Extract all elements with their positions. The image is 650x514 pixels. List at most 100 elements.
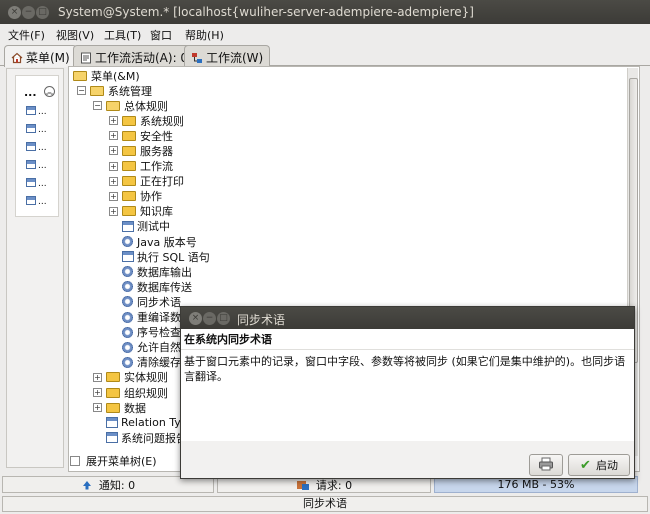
tree-node-label: 知识库 <box>140 205 173 219</box>
menu-tools[interactable]: 工具(T) <box>104 27 141 43</box>
expand-icon[interactable]: + <box>93 372 102 382</box>
tree-node[interactable]: + 安全性 <box>109 128 173 143</box>
tree-node[interactable]: − 系统管理 <box>77 83 152 98</box>
expand-icon[interactable]: + <box>109 116 118 126</box>
tree-node-label: 实体规则 <box>124 371 168 385</box>
favorite-item[interactable]: ... <box>26 178 47 189</box>
folder-open-icon <box>106 100 120 111</box>
close-window-button[interactable]: × <box>8 6 21 19</box>
tree-node-label: 清除缓存 <box>137 356 181 370</box>
tree-node[interactable]: 系统问题报告 <box>93 430 187 445</box>
sync-terminology-dialog: × − □ 同步术语 在系统内同步术语 基于窗口元素中的记录，窗口中字段、参数等… <box>180 306 635 479</box>
menu-file[interactable]: 文件(F) <box>8 27 45 43</box>
tree-node-label: 工作流 <box>140 160 173 173</box>
tab-workflow[interactable]: 工作流(W) <box>184 45 271 66</box>
tree-node[interactable]: + 知识库 <box>109 204 173 219</box>
folder-icon <box>122 161 136 171</box>
collapse-up-icon[interactable]: ︽ <box>44 86 55 97</box>
process-gear-icon <box>122 266 133 278</box>
dialog-titlebar: × − □ 同步术语 <box>181 307 634 329</box>
collapse-icon[interactable]: − <box>93 101 102 111</box>
status-message: 同步术语 <box>2 496 648 512</box>
window-titlebar: × − □ System@System.* [localhost{wuliher… <box>0 0 650 24</box>
tree-node-label: 正在打印 <box>140 175 184 189</box>
folder-icon <box>122 115 136 126</box>
close-icon: × <box>191 313 200 323</box>
divider <box>181 349 634 350</box>
tab-menu[interactable]: 菜单(M) <box>4 45 77 67</box>
expand-icon[interactable]: + <box>109 146 118 156</box>
window-icon <box>26 124 36 133</box>
window-icon <box>106 432 118 444</box>
tab-workflow-label: 工作流(W) <box>206 51 264 65</box>
tree-node[interactable]: + 数据 <box>93 400 146 415</box>
favorites-list: ... ︽ ... ... ... ... ... ... <box>15 75 59 217</box>
window-icon <box>26 106 36 115</box>
favorite-item[interactable]: ... <box>26 160 47 171</box>
tree-node[interactable]: Java 版本号 <box>109 234 197 249</box>
start-button[interactable]: ✔ 启动 <box>568 454 630 476</box>
dialog-maximize-button[interactable]: □ <box>217 312 230 325</box>
tree-node[interactable]: 清除缓存 <box>109 355 181 370</box>
tree-node[interactable]: 执行 SQL 语句 <box>109 249 210 264</box>
expand-icon[interactable]: + <box>109 131 118 141</box>
folder-icon <box>122 191 136 202</box>
print-button[interactable] <box>529 454 563 476</box>
tree-node-label: 序号检查 <box>137 326 181 340</box>
tree-node[interactable]: + 工作流 <box>109 159 173 174</box>
tree-node[interactable]: 序号检查 <box>109 325 181 340</box>
expand-icon[interactable]: + <box>93 388 102 397</box>
expand-icon[interactable]: + <box>109 191 118 201</box>
dialog-close-button[interactable]: × <box>189 312 202 325</box>
minimize-window-button[interactable]: − <box>22 6 35 19</box>
tree-node[interactable]: 数据库输出 <box>109 264 192 279</box>
tab-workflow-activities[interactable]: 工作流活动(A): 0 <box>73 45 196 66</box>
process-gear-icon <box>122 296 133 308</box>
maximize-window-button[interactable]: □ <box>36 6 49 19</box>
expand-icon[interactable]: + <box>109 176 118 186</box>
menu-window[interactable]: 窗口 <box>150 27 172 43</box>
tree-node[interactable]: − 总体规则 <box>93 98 168 113</box>
process-gear-icon <box>122 236 133 247</box>
tree-node[interactable]: + 协作 <box>109 189 162 204</box>
favorite-item[interactable]: ... <box>26 196 47 207</box>
expand-tree-checkbox[interactable]: 展开菜单树(E) <box>70 453 157 468</box>
tree-node-label: 同步术语 <box>137 295 181 309</box>
window-icon <box>106 417 118 429</box>
window-title: System@System.* [localhost{wuliher-serve… <box>58 5 474 19</box>
tree-node[interactable]: 测试中 <box>109 219 170 234</box>
tree-node-label: 系统问题报告 <box>121 431 187 445</box>
tree-node[interactable]: + 系统规则 <box>109 113 184 128</box>
tree-node-label: 数据库传送 <box>137 280 192 294</box>
checkbox-box[interactable] <box>70 455 80 466</box>
expand-icon[interactable]: + <box>93 403 102 413</box>
favorite-item[interactable]: ... <box>26 106 47 117</box>
folder-icon <box>122 130 136 141</box>
tree-node[interactable]: + 正在打印 <box>109 174 184 189</box>
expand-icon[interactable]: + <box>109 161 118 171</box>
favorite-item[interactable]: ... <box>26 124 47 135</box>
menu-view[interactable]: 视图(V) <box>56 27 94 43</box>
expand-icon[interactable]: + <box>109 206 118 216</box>
tree-node[interactable]: Relation Typ <box>93 415 188 430</box>
expand-tree-label: 展开菜单树(E) <box>86 454 157 468</box>
process-gear-icon <box>122 326 133 338</box>
maximize-icon: □ <box>219 313 228 323</box>
collapse-icon[interactable]: − <box>77 86 86 95</box>
tree-node-label: 系统管理 <box>108 84 152 98</box>
tree-node-label: 服务器 <box>140 144 173 158</box>
tree-node-label: 安全性 <box>140 129 173 143</box>
dialog-minimize-button[interactable]: − <box>203 312 216 325</box>
tree-node[interactable]: + 组织规则 <box>93 385 168 400</box>
favorite-item[interactable]: ... <box>26 142 47 153</box>
tab-menu-label: 菜单(M) <box>26 51 70 65</box>
tree-node[interactable]: 数据库传送 <box>109 279 192 294</box>
tree-node[interactable]: + 服务器 <box>109 143 173 158</box>
printer-icon <box>538 457 554 474</box>
tree-node[interactable]: + 实体规则 <box>93 370 168 385</box>
menu-help[interactable]: 帮助(H) <box>185 27 224 43</box>
tab-bar: 菜单(M) 工作流活动(A): 0 工作流(W) <box>0 44 650 67</box>
tree-root[interactable]: 菜单(&M) <box>73 68 140 83</box>
tree-node[interactable]: 同步术语 <box>109 294 181 309</box>
minimize-icon: − <box>24 7 33 17</box>
